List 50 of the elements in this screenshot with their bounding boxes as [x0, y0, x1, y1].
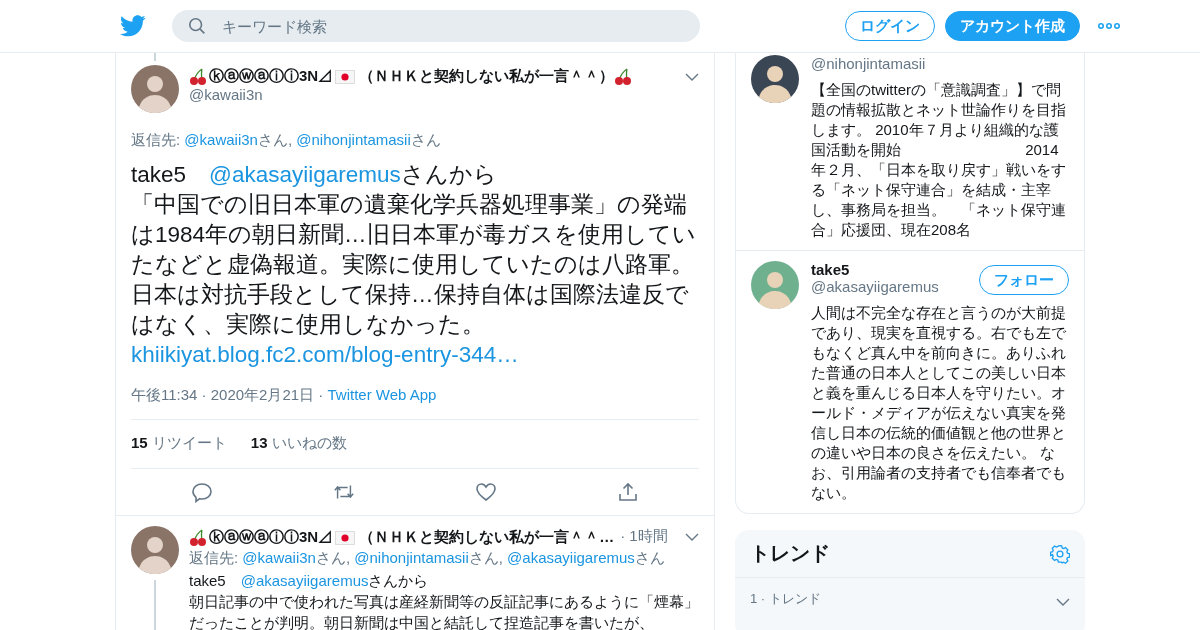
bird-logo-icon[interactable] — [120, 15, 146, 37]
display-name[interactable]: （ＮＨＫと契約しない私が一言＾＾… — [359, 528, 615, 547]
stat-count[interactable]: 13 いいねの数 — [250, 434, 347, 453]
chevron-down-icon[interactable] — [685, 73, 699, 81]
reply-to-text: 返信先: @kawaii3nさん, @nihonjintamasiiさん, @akasayiigaremusさん — [189, 549, 666, 568]
display-name[interactable]: ⓚⓐⓦⓐⓘⓘ3N⊿ — [209, 67, 334, 86]
heart-icon[interactable] — [475, 481, 497, 503]
trends-title: トレンド — [750, 541, 830, 566]
tweet-text: take5 @akasayiigaremusさんから 「中国での旧日本軍の遺棄化学兵器処理事業」の発端は1984年の朝日新聞…旧日本軍が毒ガスを使用していたなどと虚偽報道。実際に使用していたのは八路軍。日本は対抗手段として保持…保持自体は国際法違反ではなく、実際に使用しなかった。 khiikiyat.blog.fc2.com/blog-entry-344… — [131, 161, 697, 369]
cherry-icon — [189, 67, 207, 86]
follow-button[interactable]: フォロー — [979, 265, 1069, 295]
cherry-icon — [614, 67, 633, 86]
mention-link[interactable]: @akasayiigaremus — [240, 572, 369, 589]
mention-link[interactable]: @akasayiigaremus — [507, 549, 635, 566]
profile-handle[interactable]: @akasayiigaremus — [811, 278, 939, 295]
flag-icon — [335, 530, 356, 545]
profile-bio: 人間は不完全な存在と言うのが大前提であり、現実を直視する。右でも左でもなくど真ん中を前向きに。ありふれた普通の日本人としてこの美しい日本と義を重んじる日本人を守りたい。オールド・メディアが伝えない真実を発信し日本の伝統的価値観と他の世界との違いや日本の良さを伝えたい。 なお、引用論者の支持者でも信奉者でもない。 — [811, 303, 1067, 503]
profile-bio: 【全国のtwitterの「意識調査」】で問題の情報拡散とネット世論作りを目指します。 2010年７月より組織的な護国活動を開始 2014年２月、「日本を取り戻す」戦いをする「ネット保守連合」を結成・主宰し、事務局を担当。 「ネット保守連合」応援団、現在208名 — [811, 80, 1067, 240]
mention-link[interactable]: @nihonjintamasii — [354, 549, 469, 566]
display-name[interactable]: （ＮＨＫと契約しない私が一言＾＾） — [359, 67, 615, 86]
tweet-link[interactable]: khiikiyat.blog.fc2.com/blog-entry-344… — [131, 342, 519, 367]
share-icon[interactable] — [617, 481, 639, 503]
login-button[interactable]: ログイン — [845, 11, 935, 41]
display-name[interactable]: ⓚⓐⓦⓐⓘⓘ3N⊿ — [209, 528, 334, 547]
stat-count[interactable]: 15 リツイート — [131, 434, 227, 453]
trend-meta[interactable]: 1 · トレンド — [750, 590, 821, 608]
tweet-timestamp: 午後11:34 · 2020年2月21日 · — [131, 386, 325, 403]
mention-link[interactable]: @nihonjintamasii — [296, 131, 411, 148]
tweet-text: take5 @akasayiigaremusさんから 朝日記事の中で使われた写真は産経新聞等の反証記事にあるように「煙幕」だったことが判明。朝日新聞は中国と結託して捏造記事を書いたが、 — [189, 571, 699, 630]
search-field[interactable]: キーワード検索 — [172, 10, 700, 42]
mention-link[interactable]: @kawaii3n — [242, 549, 316, 566]
profile-handle[interactable]: @nihonjintamasii — [811, 55, 926, 72]
cherry-icon — [189, 528, 207, 547]
tweet-link[interactable]: @akasayiigaremus — [209, 162, 401, 187]
settings-icon[interactable] — [1050, 543, 1070, 564]
flag-icon — [335, 69, 356, 84]
avatar-icon[interactable] — [751, 55, 799, 103]
tweet-timestamp[interactable]: · 1時間 — [620, 527, 685, 546]
avatar-icon[interactable] — [131, 526, 179, 574]
avatar-icon[interactable] — [131, 65, 179, 113]
profile-name[interactable]: take5 — [811, 261, 939, 278]
mention-link[interactable]: @kawaii3n — [184, 131, 258, 148]
source-link[interactable]: Twitter Web App — [327, 386, 437, 403]
reply-icon[interactable] — [191, 481, 213, 503]
user-handle[interactable]: @kawaii3n — [189, 86, 685, 103]
more-icon[interactable] — [1098, 23, 1120, 29]
reply-to-text: 返信先: @kawaii3nさん, @nihonjintamasiiさん — [131, 131, 442, 150]
signup-button[interactable]: アカウント作成 — [945, 11, 1080, 41]
chevron-down-icon[interactable] — [685, 532, 699, 541]
chevron-down-icon[interactable] — [1056, 598, 1070, 606]
